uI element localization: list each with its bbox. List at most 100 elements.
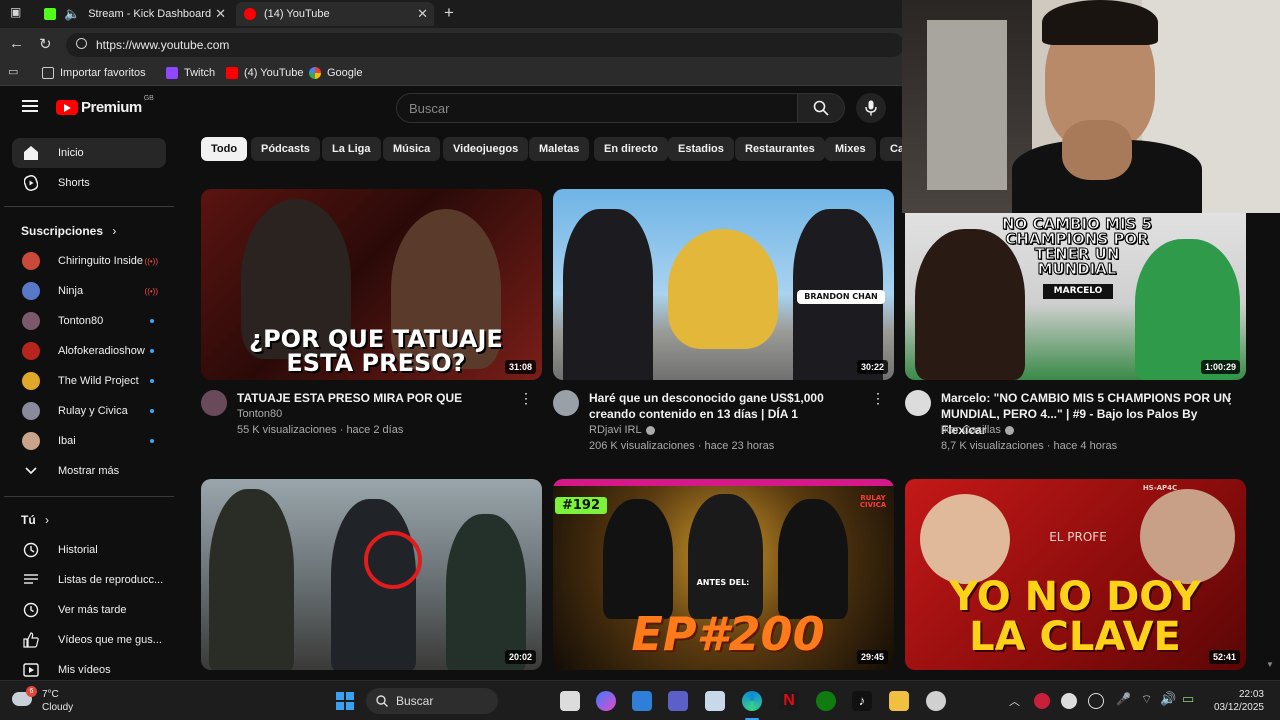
windows-start-icon[interactable] <box>335 691 355 711</box>
sidebar-item-liked[interactable]: Vídeos que me gus... <box>12 625 166 655</box>
sidebar-item-label: Alofokeradioshow <box>58 345 145 357</box>
weather-widget[interactable]: 6 7°C Cloudy <box>12 686 73 714</box>
chip-maletas[interactable]: Maletas <box>529 137 590 161</box>
store-icon[interactable] <box>632 691 652 711</box>
url-field[interactable]: https://www.youtube.com <box>66 33 904 57</box>
video-thumbnail[interactable]: #192 RULAY CIVICA ANTES DEL: EP#200 29:4… <box>553 479 894 670</box>
sidebar-item-subscription[interactable]: Rulay y Civica <box>12 396 166 426</box>
video-thumbnail[interactable]: NO CAMBIO MIS 5 CHAMPIONS POR TENER UN M… <box>905 189 1246 380</box>
site-info-icon[interactable] <box>76 38 87 49</box>
tray-app-icon[interactable] <box>1034 693 1050 709</box>
close-tab-icon[interactable]: ✕ <box>417 6 428 22</box>
channel-avatar[interactable] <box>553 390 579 416</box>
thumbnail-figure <box>446 514 526 670</box>
sidebar-item-subscription[interactable]: Alofokeradioshow <box>12 336 166 366</box>
chip-podcasts[interactable]: Pódcasts <box>251 137 320 161</box>
search-button[interactable] <box>797 93 845 123</box>
more-options-icon[interactable]: ⋮ <box>871 390 885 407</box>
menu-icon[interactable] <box>22 100 38 112</box>
sidebar-item-shorts[interactable]: Shorts <box>12 168 166 198</box>
sidebar-item-label: Ibai <box>58 435 76 447</box>
edge-icon[interactable] <box>742 691 762 711</box>
sidebar-item-watch-later[interactable]: Ver más tarde <box>12 595 166 625</box>
fav-twitch[interactable]: Twitch <box>166 67 215 79</box>
wifi-icon[interactable]: ⌔ <box>1141 692 1152 707</box>
fav-youtube[interactable]: (4) YouTube <box>226 67 304 79</box>
task-view-icon[interactable] <box>560 691 580 711</box>
netflix-icon[interactable]: N <box>779 691 799 711</box>
video-channel[interactable]: Iker Casillas <box>941 424 1014 436</box>
webcam-person-hand <box>1062 120 1132 180</box>
voice-search-button[interactable] <box>856 93 886 123</box>
video-thumbnail[interactable]: ¿POR QUE TATUAJE ESTA PRESO? 31:08 <box>201 189 542 380</box>
sidebar-item-home[interactable]: Inicio <box>12 138 166 168</box>
more-options-icon[interactable]: ⋮ <box>1223 390 1237 407</box>
file-explorer-icon[interactable] <box>889 691 909 711</box>
reading-list-icon[interactable]: ▭ <box>8 65 18 78</box>
copilot-icon[interactable] <box>596 691 616 711</box>
app-icon[interactable] <box>705 691 725 711</box>
youtube-logo[interactable]: Premium GB <box>56 95 154 116</box>
search-input[interactable]: Buscar <box>396 93 798 123</box>
video-title[interactable]: TATUAJE ESTA PRESO MIRA POR QUE <box>237 390 513 406</box>
volume-icon[interactable]: 🔊 <box>1160 691 1176 707</box>
fav-google[interactable]: Google <box>309 67 362 79</box>
chip-mixes[interactable]: Mixes <box>825 137 876 161</box>
video-meta: 206 K visualizaciones · hace 23 horas <box>589 440 775 452</box>
new-content-dot <box>150 409 154 413</box>
sync-icon[interactable] <box>1088 693 1104 709</box>
tab-youtube[interactable]: (14) YouTube ✕ <box>236 2 434 26</box>
taskbar-clock[interactable]: 22:03 03/12/2025 <box>1214 688 1264 714</box>
channel-avatar[interactable] <box>201 390 227 416</box>
sidebar-item-subscription[interactable]: Tonton80 <box>12 306 166 336</box>
chip-label: Maletas <box>539 143 580 155</box>
sidebar-item-subscription[interactable]: Ninja ((•)) <box>12 276 166 306</box>
shorts-icon <box>22 174 40 192</box>
subscriptions-heading[interactable]: Suscripciones › <box>21 224 116 238</box>
video-title[interactable]: Haré que un desconocido gane US$1,000 cr… <box>589 390 865 422</box>
chip-videogames[interactable]: Videojuegos <box>443 137 529 161</box>
video-thumbnail[interactable]: BRANDON CHAN 30:22 <box>553 189 894 380</box>
fav-import[interactable]: Importar favoritos <box>42 67 146 79</box>
chip-restaurants[interactable]: Restaurantes <box>735 137 825 161</box>
tiktok-icon[interactable]: ♪ <box>852 691 872 711</box>
you-heading[interactable]: Tú › <box>21 513 49 527</box>
tab-kick-dashboard[interactable]: 🔈 Stream - Kick Dashboard ✕ <box>36 2 232 26</box>
twitch-icon <box>166 67 178 79</box>
chevron-up-icon[interactable]: ︿ <box>1009 693 1020 709</box>
microphone-icon[interactable]: 🎤 <box>1116 692 1131 706</box>
sidebar-item-subscription[interactable]: Ibai <box>12 426 166 456</box>
taskbar-search[interactable]: Buscar <box>366 688 498 714</box>
sidebar-item-subscription[interactable]: The Wild Project <box>12 366 166 396</box>
history-icon <box>22 541 40 559</box>
channel-avatar[interactable] <box>905 390 931 416</box>
reload-icon[interactable]: ↻ <box>39 35 52 53</box>
chip-live[interactable]: En directo <box>594 137 668 161</box>
battery-icon[interactable]: ▭ <box>1182 691 1194 707</box>
settings-icon[interactable] <box>926 691 946 711</box>
new-tab-icon[interactable]: + <box>444 3 454 23</box>
sidebar-item-subscription[interactable]: Chiringuito Inside ((•)) <box>12 246 166 276</box>
tab-actions-icon[interactable]: ▣ <box>10 5 21 19</box>
new-content-dot <box>150 379 154 383</box>
chip-all[interactable]: Todo <box>201 137 248 161</box>
video-thumbnail[interactable]: 20:02 <box>201 479 542 670</box>
teams-icon[interactable] <box>668 691 688 711</box>
show-more-button[interactable]: Mostrar más <box>12 456 166 486</box>
thumbnail-top-stripe <box>553 479 894 486</box>
home-icon <box>22 144 40 162</box>
more-options-icon[interactable]: ⋮ <box>519 390 533 407</box>
video-channel[interactable]: RDjavi IRL <box>589 424 655 436</box>
video-channel[interactable]: Tonton80 <box>237 408 282 420</box>
tray-app-icon[interactable] <box>1061 693 1077 709</box>
close-tab-icon[interactable]: ✕ <box>215 6 226 22</box>
video-thumbnail[interactable]: EL PROFE HS-AP4C YO NO DOY LA CLAVE 52:4… <box>905 479 1246 670</box>
chip-music[interactable]: Música <box>383 137 441 161</box>
sidebar-item-playlists[interactable]: Listas de reproducc... <box>12 565 166 595</box>
back-icon[interactable]: ← <box>9 35 24 52</box>
xbox-icon[interactable] <box>816 691 836 711</box>
chip-la-liga[interactable]: La Liga <box>322 137 381 161</box>
sidebar-item-history[interactable]: Historial <box>12 535 166 565</box>
chip-stadiums[interactable]: Estadios <box>668 137 734 161</box>
scroll-down-icon[interactable]: ▼ <box>1266 660 1274 672</box>
